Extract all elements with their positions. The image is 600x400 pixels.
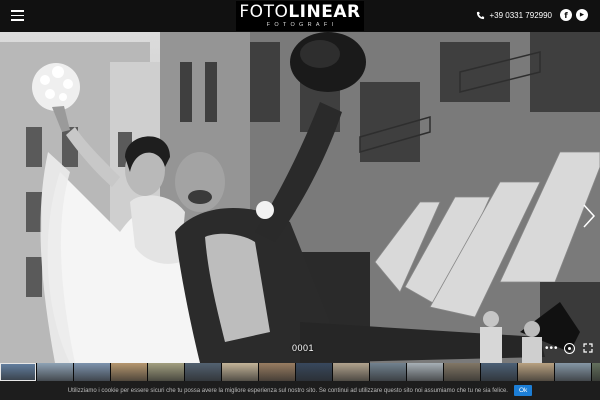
thumbnail-item[interactable] <box>592 363 600 381</box>
thumbnail-item[interactable] <box>407 363 443 381</box>
more-options-icon[interactable]: ••• <box>545 343 559 354</box>
site-header: FOTOLINEAR FOTOGRAFI +39 0331 792990 f ▶ <box>0 0 600 32</box>
hero-photo <box>0 32 600 363</box>
thumbnail-item[interactable] <box>481 363 517 381</box>
thumbnail-item[interactable] <box>111 363 147 381</box>
contact-area: +39 0331 792990 f ▶ <box>476 9 588 21</box>
thumbnail-item[interactable] <box>444 363 480 381</box>
thumbnail-strip <box>0 363 600 381</box>
thumbnail-item[interactable] <box>370 363 406 381</box>
phone-link[interactable]: +39 0331 792990 <box>489 11 552 20</box>
play-pause-icon[interactable] <box>564 343 575 354</box>
logo-tagline: FOTOGRAFI <box>266 22 338 28</box>
thumbnail-item[interactable] <box>555 363 591 381</box>
thumbnail-item[interactable] <box>148 363 184 381</box>
slide-counter: 0001 <box>292 343 315 353</box>
facebook-icon[interactable]: f <box>560 9 572 21</box>
logo-wordmark: FOTOLINEAR <box>236 1 364 22</box>
thumbnail-item[interactable] <box>0 363 36 381</box>
thumbnail-item[interactable] <box>37 363 73 381</box>
thumbnail-item[interactable] <box>259 363 295 381</box>
thumbnail-item[interactable] <box>296 363 332 381</box>
youtube-icon[interactable]: ▶ <box>576 9 588 21</box>
logo-wordmark-thin: FOTO <box>239 2 289 22</box>
menu-icon[interactable] <box>11 10 24 21</box>
thumbnail-item[interactable] <box>333 363 369 381</box>
fullscreen-icon[interactable] <box>583 343 593 353</box>
thumbnail-item[interactable] <box>74 363 110 381</box>
phone-icon <box>477 11 485 19</box>
thumbnail-item[interactable] <box>222 363 258 381</box>
site-logo[interactable]: FOTOLINEAR FOTOGRAFI <box>236 1 364 31</box>
cookie-message: Utilizziamo i cookie per essere sicuri c… <box>67 387 508 394</box>
thumbnail-item[interactable] <box>518 363 554 381</box>
cookie-accept-button[interactable]: Ok <box>513 385 533 396</box>
wedding-photo-illustration <box>0 32 600 363</box>
cookie-banner: Utilizziamo i cookie per essere sicuri c… <box>0 381 600 400</box>
thumbnail-item[interactable] <box>185 363 221 381</box>
next-slide-arrow-icon[interactable] <box>582 203 596 229</box>
logo-wordmark-bold: LINEAR <box>288 2 361 22</box>
